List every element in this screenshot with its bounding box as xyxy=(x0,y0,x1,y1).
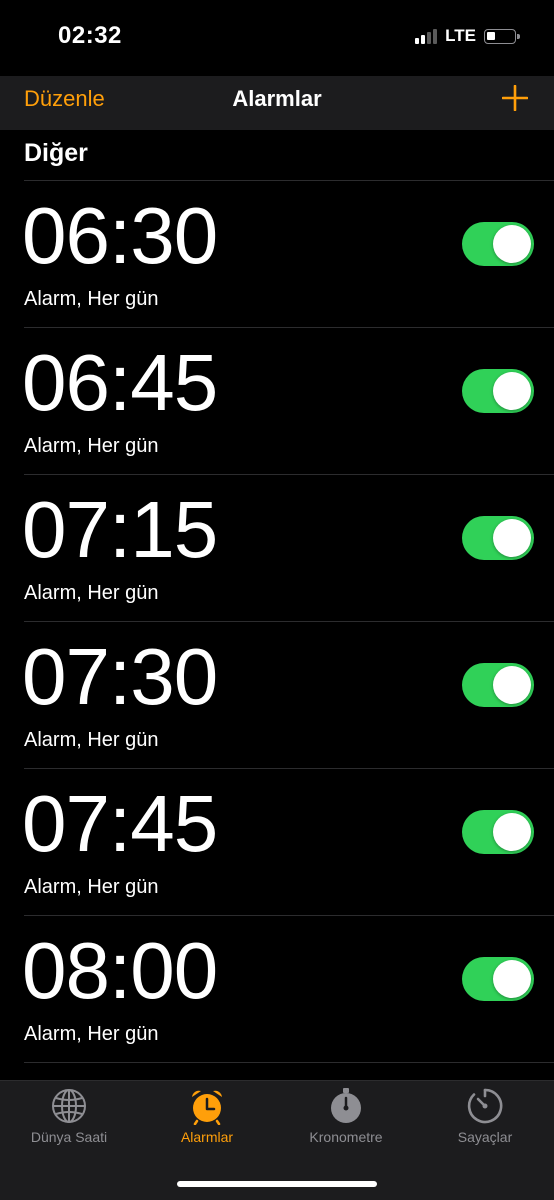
section-title: Diğer xyxy=(24,139,88,167)
cellular-signal-icon xyxy=(415,28,438,44)
toggle-knob xyxy=(493,666,531,704)
alarm-toggle[interactable] xyxy=(462,957,534,1001)
list-divider xyxy=(24,1062,554,1063)
status-bar: 02:32 LTE xyxy=(0,0,554,76)
alarm-label: Alarm, Her gün xyxy=(24,876,159,898)
status-time: 02:32 xyxy=(58,22,122,49)
tab-label: Alarmlar xyxy=(180,1129,234,1145)
stopwatch-icon xyxy=(331,1088,361,1123)
alarm-list: 06:30 Alarm, Her gün 06:45 Alarm, Her gü… xyxy=(0,180,554,1063)
battery-icon xyxy=(484,28,520,44)
page-title: Alarmlar xyxy=(232,86,322,111)
alarm-row[interactable]: 07:15 Alarm, Her gün xyxy=(22,474,554,621)
alarm-toggle[interactable] xyxy=(462,369,534,413)
toggle-knob xyxy=(493,372,531,410)
alarm-toggle[interactable] xyxy=(462,810,534,854)
home-indicator[interactable] xyxy=(177,1181,377,1187)
status-indicators: LTE xyxy=(415,26,520,46)
alarm-label: Alarm, Her gün xyxy=(24,435,159,457)
alarm-label: Alarm, Her gün xyxy=(24,582,159,604)
navigation-bar: Düzenle Alarmlar xyxy=(0,76,554,130)
alarm-row[interactable]: 06:45 Alarm, Her gün xyxy=(22,327,554,474)
toggle-knob xyxy=(493,960,531,998)
alarm-row[interactable]: 08:00 Alarm, Her gün xyxy=(22,915,554,1062)
toggle-knob xyxy=(493,813,531,851)
alarm-time: 07:15 xyxy=(22,485,218,574)
timer-icon xyxy=(467,1088,503,1124)
alarm-time: 08:00 xyxy=(22,926,218,1015)
alarm-toggle[interactable] xyxy=(462,663,534,707)
plus-icon[interactable] xyxy=(502,85,528,111)
tab-label: Kronometre xyxy=(309,1129,383,1145)
tab-stopwatch[interactable]: Kronometre xyxy=(277,1087,415,1145)
tab-alarms[interactable]: Alarmlar xyxy=(138,1087,276,1145)
globe-icon xyxy=(52,1089,86,1123)
alarm-toggle[interactable] xyxy=(462,516,534,560)
alarm-label: Alarm, Her gün xyxy=(24,288,159,310)
alarm-label: Alarm, Her gün xyxy=(24,729,159,751)
alarm-row[interactable]: 07:45 Alarm, Her gün xyxy=(22,768,554,915)
toggle-knob xyxy=(493,519,531,557)
alarm-row[interactable]: 07:30 Alarm, Her gün xyxy=(22,621,554,768)
tab-label: Dünya Saati xyxy=(30,1129,108,1145)
alarm-clock-icon xyxy=(192,1090,222,1125)
alarm-label: Alarm, Her gün xyxy=(24,1023,159,1045)
tab-timers[interactable]: Sayaçlar xyxy=(416,1087,554,1145)
tab-world-clock[interactable]: Dünya Saati xyxy=(0,1087,138,1145)
network-type: LTE xyxy=(445,26,476,45)
alarm-time: 07:30 xyxy=(22,632,218,721)
toggle-knob xyxy=(493,225,531,263)
alarm-time: 07:45 xyxy=(22,779,218,868)
alarm-toggle[interactable] xyxy=(462,222,534,266)
alarm-time: 06:30 xyxy=(22,191,218,280)
alarm-time: 06:45 xyxy=(22,338,218,427)
alarm-row[interactable]: 06:30 Alarm, Her gün xyxy=(22,180,554,327)
tab-label: Sayaçlar xyxy=(457,1129,513,1145)
